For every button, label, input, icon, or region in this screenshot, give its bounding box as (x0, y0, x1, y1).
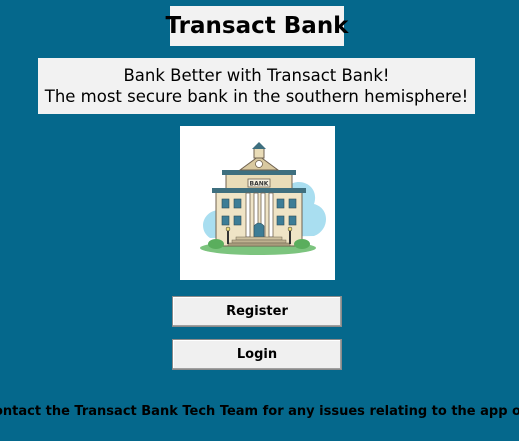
tagline-panel: Bank Better with Transact Bank! The most… (38, 58, 475, 114)
bank-sign-text: BANK (250, 181, 269, 188)
support-footer-text: ontact the Transact Bank Tech Team for a… (0, 404, 519, 419)
register-button[interactable]: Register (172, 296, 342, 327)
tagline-line-2: The most secure bank in the southern hem… (44, 87, 469, 106)
bank-building-icon: BANK (200, 142, 326, 255)
login-button[interactable]: Login (172, 339, 342, 370)
bank-image: BANK (180, 126, 335, 280)
tagline-line-1: Bank Better with Transact Bank! (123, 66, 390, 85)
app-title: Transact Bank (166, 6, 348, 46)
